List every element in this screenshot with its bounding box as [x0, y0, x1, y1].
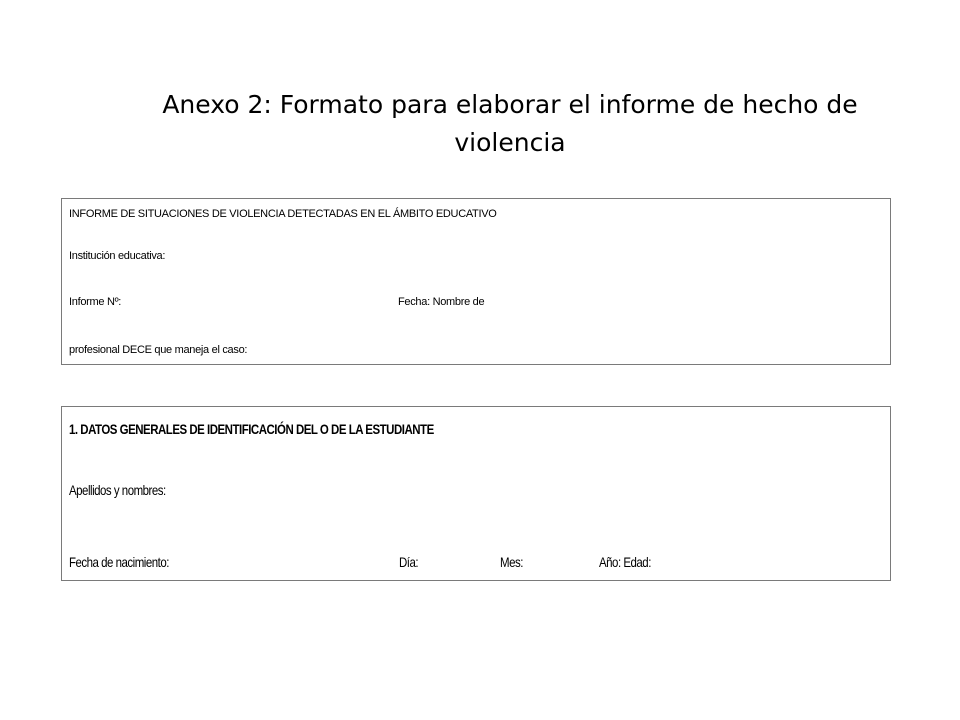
student-section-heading: 1. DATOS GENERALES DE IDENTIFICACIÓN DEL… [69, 421, 434, 437]
professional-label: profesional DECE que maneja el caso: [69, 344, 248, 356]
institution-label: Institución educativa: [69, 250, 166, 262]
slide-title: Anexo 2: Formato para elaborar el inform… [162, 90, 858, 157]
student-data-box: 1. DATOS GENERALES DE IDENTIFICACIÓN DEL… [61, 406, 891, 581]
month-label: Mes: [500, 554, 523, 570]
birth-date-label: Fecha de nacimiento: [69, 554, 169, 570]
report-header-box: INFORME DE SITUACIONES DE VIOLENCIA DETE… [61, 198, 891, 365]
date-label: Fecha: Nombre de [398, 296, 485, 308]
report-heading: INFORME DE SITUACIONES DE VIOLENCIA DETE… [69, 208, 497, 220]
report-number-label: Informe Nº: [69, 296, 122, 308]
year-age-label: Año: Edad: [599, 554, 651, 570]
day-label: Día: [399, 554, 419, 570]
names-label: Apellidos y nombres: [69, 482, 166, 498]
